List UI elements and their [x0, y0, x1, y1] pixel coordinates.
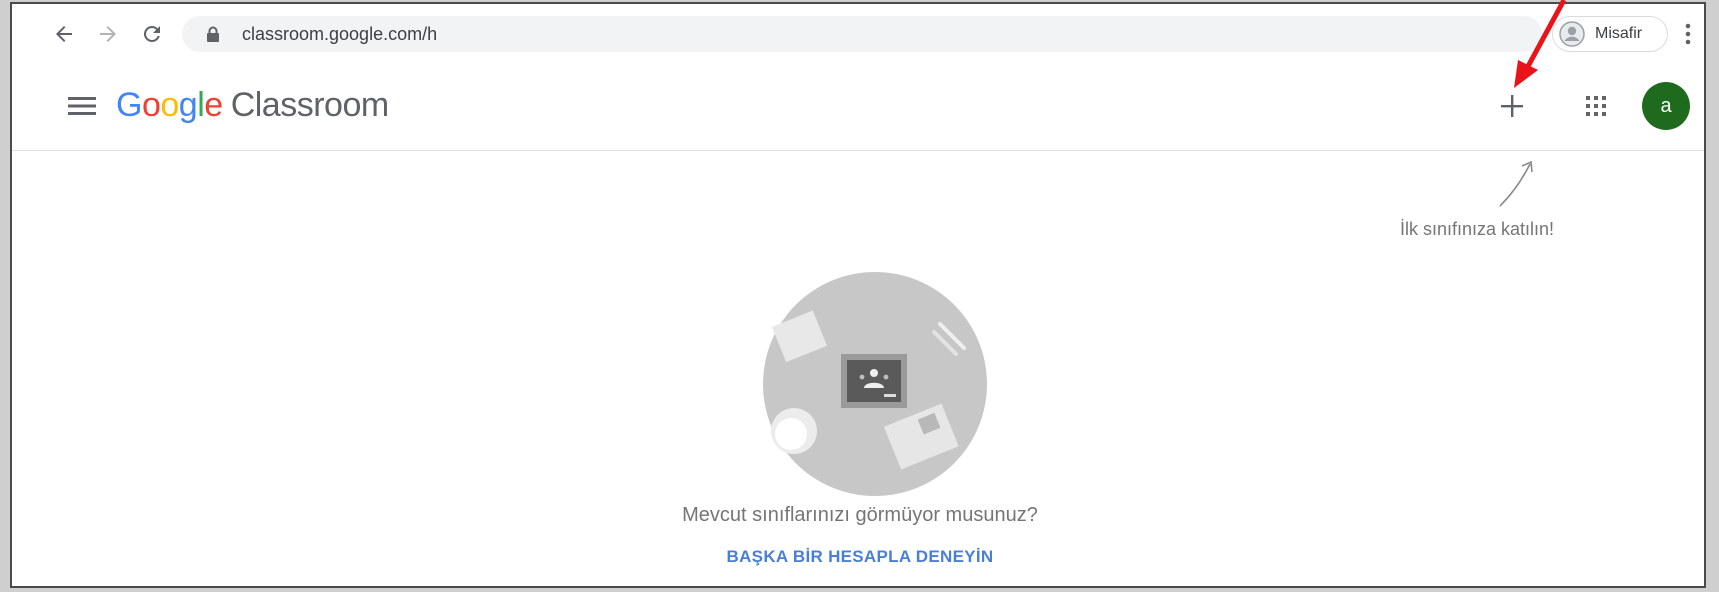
join-first-class-hint: İlk sınıfınıza katılın! — [1399, 219, 1555, 239]
plus-icon — [1501, 95, 1523, 117]
browser-toolbar: classroom.google.com/h Misafir — [12, 4, 1704, 65]
profile-label: Misafir — [1595, 25, 1643, 42]
profile-button[interactable]: Misafir — [1552, 16, 1668, 52]
guest-profile-icon — [1559, 21, 1585, 47]
try-another-account-link[interactable]: BAŞKA BİR HESAPLA DENEYİN — [12, 547, 1704, 567]
back-button[interactable] — [48, 18, 80, 50]
more-vert-icon — [1685, 23, 1691, 45]
address-bar[interactable]: classroom.google.com/h — [182, 16, 1542, 52]
google-classroom-logo[interactable]: Google Classroom — [116, 86, 389, 126]
hamburger-menu-icon — [68, 97, 96, 115]
browser-window: classroom.google.com/h Misafir Google Cl… — [10, 2, 1706, 588]
apps-grid-icon — [1586, 96, 1606, 116]
classroom-header: Google Classroom a — [12, 64, 1704, 151]
lock-icon — [202, 23, 224, 45]
url-text: classroom.google.com/h — [242, 23, 438, 44]
no-classes-message: Mevcut sınıflarınızı görmüyor musunuz? — [682, 504, 1038, 526]
google-apps-button[interactable] — [1574, 84, 1618, 128]
logo-brand: Google — [116, 86, 223, 124]
forward-arrow-icon — [100, 26, 116, 42]
main-menu-button[interactable] — [60, 84, 104, 128]
create-or-join-class-button[interactable] — [1490, 84, 1534, 128]
logo-product: Classroom — [230, 86, 389, 124]
empty-classroom-illustration — [763, 272, 987, 496]
back-arrow-icon — [56, 26, 72, 42]
hint-arrow-icon — [1499, 160, 1533, 207]
browser-menu-button[interactable] — [1678, 20, 1698, 48]
reload-icon — [143, 25, 160, 42]
forward-button[interactable] — [92, 18, 124, 50]
reload-button[interactable] — [136, 18, 168, 50]
account-avatar[interactable]: a — [1642, 82, 1690, 130]
